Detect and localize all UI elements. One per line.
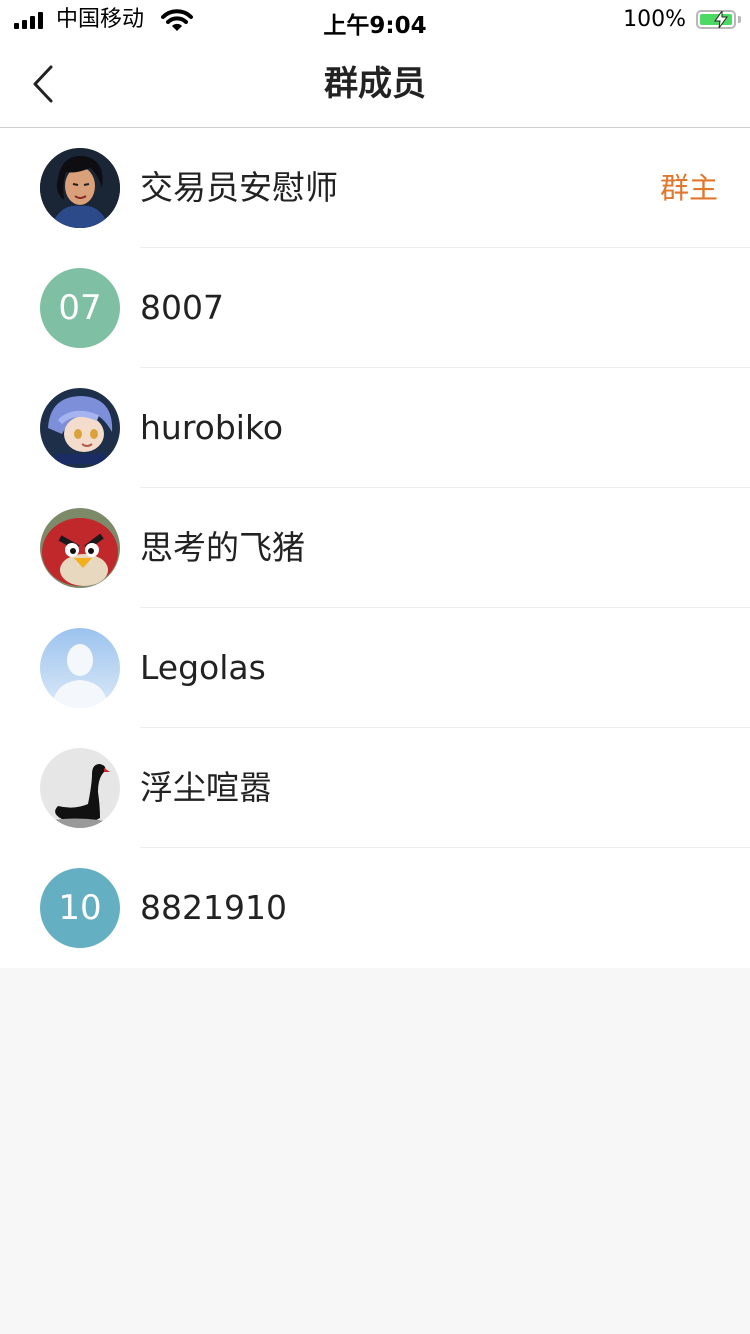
- battery-percent: 100%: [623, 7, 686, 32]
- member-name: hurobiko: [140, 408, 284, 447]
- member-row[interactable]: 10 8821910: [0, 848, 750, 968]
- nav-bar: 群成员: [0, 40, 750, 128]
- avatar-initials: 10: [58, 888, 102, 928]
- charging-bolt-icon: [714, 11, 728, 28]
- member-name: 浮尘喧嚣: [140, 768, 272, 807]
- avatar: [40, 508, 120, 588]
- avatar: 07: [40, 268, 120, 348]
- member-row[interactable]: 思考的飞猪: [0, 488, 750, 608]
- avatar: [40, 628, 120, 708]
- page-title: 群成员: [324, 64, 426, 104]
- member-row[interactable]: 交易员安慰师 群主: [0, 128, 750, 248]
- member-name: 交易员安慰师: [140, 168, 338, 207]
- member-row[interactable]: hurobiko: [0, 368, 750, 488]
- member-row[interactable]: Legolas: [0, 608, 750, 728]
- member-name: 8821910: [140, 888, 287, 927]
- member-row[interactable]: 07 8007: [0, 248, 750, 368]
- member-name: 思考的飞猪: [140, 528, 305, 567]
- member-name: 8007: [140, 288, 224, 327]
- member-name: Legolas: [140, 648, 266, 687]
- status-bar: 中国移动 上午9:04 100%: [0, 0, 750, 40]
- member-row[interactable]: 浮尘喧嚣: [0, 728, 750, 848]
- avatar: [40, 748, 120, 828]
- member-list: 交易员安慰师 群主 07 8007 hurobiko 思考的飞猪 Legolas…: [0, 128, 750, 968]
- battery-tip: [738, 16, 741, 23]
- avatar-initials: 07: [58, 288, 102, 328]
- owner-badge: 群主: [659, 171, 718, 205]
- avatar: [40, 388, 120, 468]
- avatar: [40, 148, 120, 228]
- avatar: 10: [40, 868, 120, 948]
